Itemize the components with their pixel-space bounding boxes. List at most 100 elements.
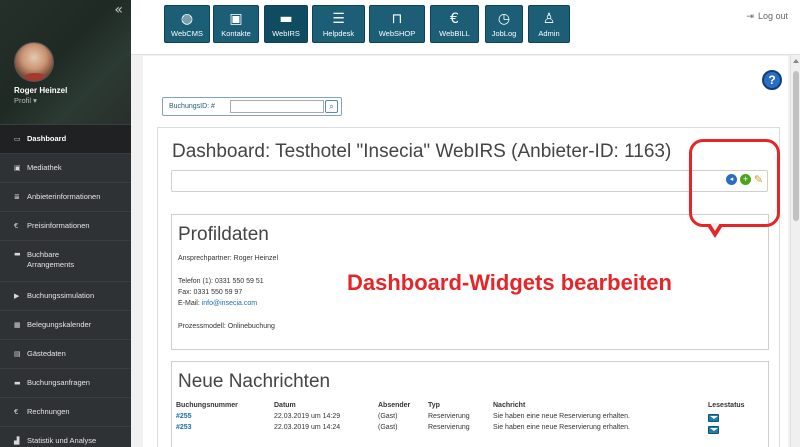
- profile-menu[interactable]: Profil ▾: [14, 96, 37, 105]
- phone: Telefon (1): 0331 550 59 51: [178, 278, 264, 285]
- double-chevron-left-icon[interactable]: «: [114, 2, 123, 18]
- annotation-bubble-tail: [706, 223, 724, 238]
- row-message: Sie haben eine neue Reservierung erhalte…: [493, 413, 630, 420]
- euro-icon: €: [14, 408, 19, 416]
- sidebar-item-buchungssimulation[interactable]: ▶ Buchungssimulation: [0, 281, 131, 310]
- nav-webcms-button[interactable]: ◍ WebCMS: [164, 5, 210, 43]
- envelope-icon[interactable]: [708, 414, 719, 422]
- booking-link[interactable]: #253: [176, 424, 192, 431]
- logout-icon: ⇥: [746, 12, 754, 22]
- euro-icon: €: [450, 11, 459, 27]
- monitor-icon: ▭: [14, 135, 21, 143]
- nav-label: WebSHOP: [378, 29, 416, 38]
- fax: Fax: 0331 550 59 97: [178, 289, 243, 296]
- booking-id-input[interactable]: [230, 100, 324, 113]
- logout-label: Log out: [757, 11, 788, 21]
- nav-label: Kontakte: [221, 29, 251, 38]
- sidebar-item-label: Belegungskalender: [27, 320, 92, 329]
- sidebar-item-label: Buchbare Arrangements: [27, 250, 75, 269]
- row-date: 22.03.2019 um 14:29: [274, 413, 341, 420]
- row-type: Reservierung: [428, 413, 470, 420]
- scrollbar[interactable]: [790, 55, 800, 447]
- nav-label: Helpdesk: [322, 29, 355, 38]
- sidebar-item-label: Preisinformationen: [27, 221, 90, 230]
- nav-helpdesk-button[interactable]: ☰ Helpdesk: [312, 5, 365, 43]
- sidebar-item-statistik[interactable]: ▟ Statistik und Analyse: [0, 426, 131, 447]
- scroll-up-arrow-icon[interactable]: [793, 59, 799, 63]
- sidebar-item-mediathek[interactable]: ▣ Mediathek: [0, 153, 131, 182]
- bed-icon: ▬: [14, 379, 21, 387]
- annotation-text: Dashboard-Widgets bearbeiten: [347, 270, 672, 295]
- sidebar-item-anbieterinformationen[interactable]: ≣ Anbieterinformationen: [0, 182, 131, 211]
- nav-label: JobLog: [491, 29, 517, 38]
- email-label: E-Mail:: [178, 300, 200, 307]
- nav-webirs-button[interactable]: ▬ WebIRS: [264, 5, 308, 43]
- nav-webshop-button[interactable]: ⊓ WebSHOP: [369, 5, 425, 43]
- sidebar-item-label: Gästedaten: [27, 349, 66, 358]
- help-button[interactable]: ?: [762, 70, 782, 90]
- calendar-icon: ▦: [14, 321, 21, 329]
- row-message: Sie haben eine neue Reservierung erhalte…: [493, 424, 630, 431]
- user-panel: « Roger Heinzel Profil ▾: [0, 0, 131, 124]
- list-icon: ≣: [14, 193, 20, 201]
- nav-label: WebBILL: [439, 29, 470, 38]
- col-read-status: Lesestatus: [708, 402, 745, 409]
- nav-kontakte-button[interactable]: ▣ Kontakte: [213, 5, 259, 43]
- row-sender: (Gast): [378, 413, 398, 420]
- sidebar-item-label: Anbieterinformationen: [27, 192, 101, 201]
- euro-icon: €: [14, 222, 19, 230]
- image-icon: ▣: [14, 164, 21, 172]
- process-model: Prozessmodell: Onlinebuchung: [178, 323, 275, 330]
- booking-link[interactable]: #255: [176, 413, 192, 420]
- booking-id-search: BuchungsID: # ⌕: [162, 97, 342, 116]
- bed-icon: ▬: [279, 11, 293, 27]
- row-sender: (Gast): [378, 424, 398, 431]
- table-row: #255: [176, 413, 192, 420]
- row-date: 22.03.2019 um 14:24: [274, 424, 341, 431]
- envelope-icon[interactable]: [708, 426, 719, 434]
- sidebar-item-arrangements[interactable]: ▬ Buchbare Arrangements: [0, 240, 131, 281]
- table-row: #253: [176, 424, 192, 431]
- list-icon: ☰: [332, 11, 345, 27]
- nav-label: Admin: [538, 29, 560, 38]
- avatar: [14, 42, 54, 82]
- col-booking-number: Buchungsnummer: [176, 402, 238, 409]
- sidebar-item-dashboard[interactable]: ▭ Dashboard: [0, 124, 131, 153]
- chart-icon: ▟: [14, 437, 20, 445]
- sidebar-item-rechnungen[interactable]: € Rechnungen: [0, 397, 131, 426]
- col-sender: Absender: [378, 402, 411, 409]
- scrollbar-thumb[interactable]: [793, 71, 799, 221]
- widget-toolbar: [171, 170, 768, 192]
- contact-card-icon: ▣: [229, 11, 243, 27]
- nav-webbill-button[interactable]: € WebBILL: [430, 5, 479, 43]
- sidebar-item-label: Buchungssimulation: [27, 291, 95, 300]
- sidebar-item-buchungsanfragen[interactable]: ▬ Buchungsanfragen: [0, 368, 131, 397]
- search-icon[interactable]: ⌕: [325, 100, 338, 113]
- user-name: Roger Heinzel: [14, 86, 68, 95]
- clock-icon: ◷: [497, 11, 511, 27]
- page-title: Dashboard: Testhotel "Insecia" WebIRS (A…: [172, 141, 672, 162]
- sidebar-item-preisinformationen[interactable]: € Preisinformationen: [0, 211, 131, 240]
- email-link[interactable]: info@insecia.com: [202, 300, 257, 307]
- col-type: Typ: [428, 402, 440, 409]
- bed-icon: ▬: [14, 250, 21, 258]
- nav-admin-button[interactable]: ♙ Admin: [528, 5, 570, 43]
- sidebar-item-gaestedaten[interactable]: ▤ Gästedaten: [0, 339, 131, 368]
- sidebar-item-label: Buchungsanfragen: [27, 378, 90, 387]
- email-line: E-Mail: info@insecia.com: [178, 300, 257, 307]
- sidebar-item-belegungskalender[interactable]: ▦ Belegungskalender: [0, 310, 131, 339]
- sidebar-item-label: Dashboard: [27, 134, 67, 143]
- row-type: Reservierung: [428, 424, 470, 431]
- annotation-highlight-box: [689, 139, 780, 227]
- sidebar-item-label: Mediathek: [27, 163, 62, 172]
- sidebar: « Roger Heinzel Profil ▾ ▭ Dashboard ▣ Med…: [0, 0, 131, 447]
- shopping-cart-icon: ⊓: [391, 11, 403, 27]
- sidebar-item-label: Rechnungen: [27, 407, 70, 416]
- booking-id-label: BuchungsID: #: [169, 103, 215, 110]
- messages-widget: Neue Nachrichten: [171, 361, 769, 447]
- nav-label: WebCMS: [171, 29, 203, 38]
- messages-title: Neue Nachrichten: [178, 371, 331, 392]
- logout-link[interactable]: ⇥ Log out: [746, 11, 788, 22]
- user-icon: ♙: [542, 11, 556, 27]
- nav-joblog-button[interactable]: ◷ JobLog: [485, 5, 523, 43]
